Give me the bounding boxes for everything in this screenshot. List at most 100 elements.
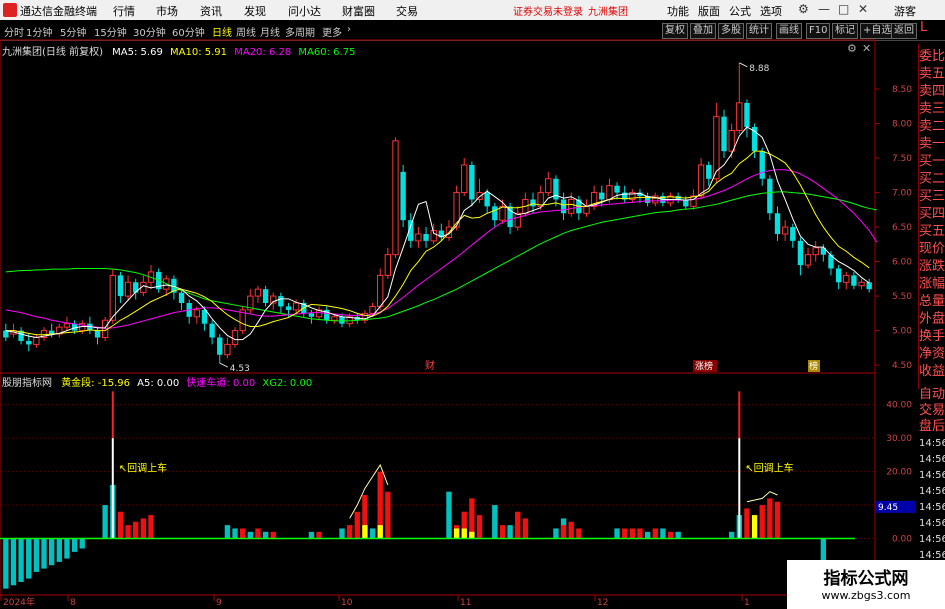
side-panel-item: 买五 bbox=[919, 224, 945, 239]
candle-body bbox=[400, 171, 406, 221]
sub-cyan-bar bbox=[446, 491, 452, 539]
ma5-line bbox=[5, 126, 870, 341]
candle-body bbox=[209, 323, 215, 338]
sub-cyan-bar bbox=[339, 528, 345, 539]
price-axis-label: 6.50 bbox=[892, 223, 912, 233]
candle-body bbox=[697, 164, 705, 197]
candle-body bbox=[790, 227, 796, 241]
sub-yellow-bar bbox=[469, 531, 475, 539]
sub-red-bar bbox=[667, 531, 674, 539]
candle-body bbox=[285, 306, 292, 310]
sub-cyan-bar bbox=[41, 538, 47, 569]
candle-body bbox=[308, 313, 315, 317]
side-panel2-item: 14:56 bbox=[919, 454, 945, 465]
sub-red-bar bbox=[499, 525, 506, 539]
side-panel-item: 卖一 bbox=[919, 137, 945, 152]
sub-envelope bbox=[746, 491, 778, 503]
sub-red-bar bbox=[270, 531, 276, 539]
candle-body bbox=[706, 164, 712, 179]
signal-bar-white bbox=[111, 438, 114, 539]
side-panel-item: 卖三 bbox=[919, 102, 945, 117]
sub-red-bar bbox=[476, 515, 483, 539]
candle-body bbox=[721, 116, 727, 152]
side-panel2-item: 盘后 bbox=[919, 418, 945, 434]
side-panel2-item: 交易 bbox=[919, 402, 945, 418]
sub-yellow-bar bbox=[461, 528, 467, 539]
side-panel-item: 买三 bbox=[919, 189, 945, 204]
candle-body bbox=[858, 281, 865, 287]
sub-yellow-bar bbox=[377, 525, 383, 539]
watermark-title: 指标公式网 bbox=[823, 569, 909, 589]
sub-cyan-bar bbox=[71, 538, 78, 552]
price-axis-label: 5.50 bbox=[892, 292, 912, 302]
candle-body bbox=[560, 199, 567, 214]
side-panel2-item: 14:56 bbox=[919, 534, 945, 545]
side-panel-item: 卖四 bbox=[919, 84, 945, 99]
candle-body bbox=[461, 164, 468, 194]
candle-body bbox=[583, 205, 590, 214]
side-panel-item: 总量 bbox=[919, 294, 945, 309]
side-panel-item: 涨幅 bbox=[919, 277, 945, 292]
candle-body bbox=[606, 185, 613, 200]
side-panel-item: 净资 bbox=[919, 347, 945, 362]
candle-body bbox=[201, 309, 208, 324]
candle-body bbox=[759, 151, 765, 179]
sub-red-bar bbox=[515, 511, 521, 539]
date-axis-label: 12 bbox=[597, 598, 608, 608]
side-panel2-item: 14:56 bbox=[919, 518, 945, 529]
low-price-label: 4.53 bbox=[230, 364, 250, 374]
sub-cyan-bar bbox=[247, 531, 253, 539]
event-tag-cai: 财 bbox=[425, 359, 435, 372]
sub-red-bar bbox=[385, 491, 391, 539]
sub-red-bar bbox=[316, 531, 322, 539]
price-axis-label: 8.00 bbox=[892, 120, 912, 130]
sub-red-bar bbox=[239, 528, 246, 539]
sub-cyan-bar bbox=[3, 538, 9, 589]
candle-body bbox=[744, 102, 750, 128]
candle-body bbox=[254, 288, 262, 297]
side-panel-item: 买四 bbox=[919, 207, 945, 222]
price-axis-label: 4.50 bbox=[892, 361, 912, 371]
sub-cyan-bar bbox=[64, 538, 70, 559]
sub-value-marker-text: 9.45 bbox=[878, 503, 898, 513]
candle-body bbox=[851, 275, 857, 286]
side-panel-item: 换手 bbox=[919, 329, 945, 344]
sub-chart-frame bbox=[0, 372, 876, 596]
side-panel-item: 买一 bbox=[919, 154, 945, 169]
sub-red-bar bbox=[774, 501, 781, 539]
candle-body bbox=[415, 233, 422, 242]
candle-body bbox=[193, 309, 201, 318]
sub-cyan-bar bbox=[614, 528, 620, 539]
candle-body bbox=[484, 192, 490, 207]
price-axis-label: 6.00 bbox=[892, 258, 912, 268]
candle-body bbox=[492, 206, 498, 221]
candle-body bbox=[3, 330, 9, 338]
signal-label: ↖回调上车 bbox=[119, 462, 167, 475]
sub-red-bar bbox=[255, 528, 261, 539]
signal-bar-white bbox=[738, 438, 741, 539]
sub-cyan-bar bbox=[308, 531, 315, 539]
candle-body bbox=[568, 198, 575, 214]
sub-axis-label: 30.00 bbox=[886, 434, 912, 444]
sub-cyan-bar bbox=[644, 531, 651, 539]
sub-red-bar bbox=[133, 521, 139, 539]
candle-body bbox=[384, 254, 392, 276]
side-panel-item: 卖二 bbox=[919, 119, 945, 134]
candle-body bbox=[767, 178, 773, 214]
candle-body bbox=[369, 305, 376, 314]
watermark: 指标公式网 www.zbgs3.com bbox=[787, 560, 945, 609]
date-axis-label: 1 bbox=[744, 598, 750, 608]
candle-body bbox=[392, 140, 399, 256]
candle-body bbox=[507, 206, 513, 228]
side-panel-item: 外盘 bbox=[919, 311, 945, 327]
sub-axis-label: 40.00 bbox=[886, 401, 912, 411]
sub-red-bar bbox=[576, 528, 582, 539]
candle-body bbox=[339, 316, 345, 324]
sub-cyan-bar bbox=[492, 505, 498, 539]
sub-cyan-bar bbox=[232, 528, 238, 539]
sub-cyan-bar bbox=[553, 528, 559, 539]
candle-body bbox=[866, 282, 872, 290]
candle-body bbox=[231, 330, 239, 345]
sub-cyan-bar bbox=[728, 531, 735, 539]
kline-chart[interactable]: 8.50 8.00 7.50 7.00 6.50 6.00 5.50 5.00 4.50 40.0… bbox=[0, 0, 945, 609]
